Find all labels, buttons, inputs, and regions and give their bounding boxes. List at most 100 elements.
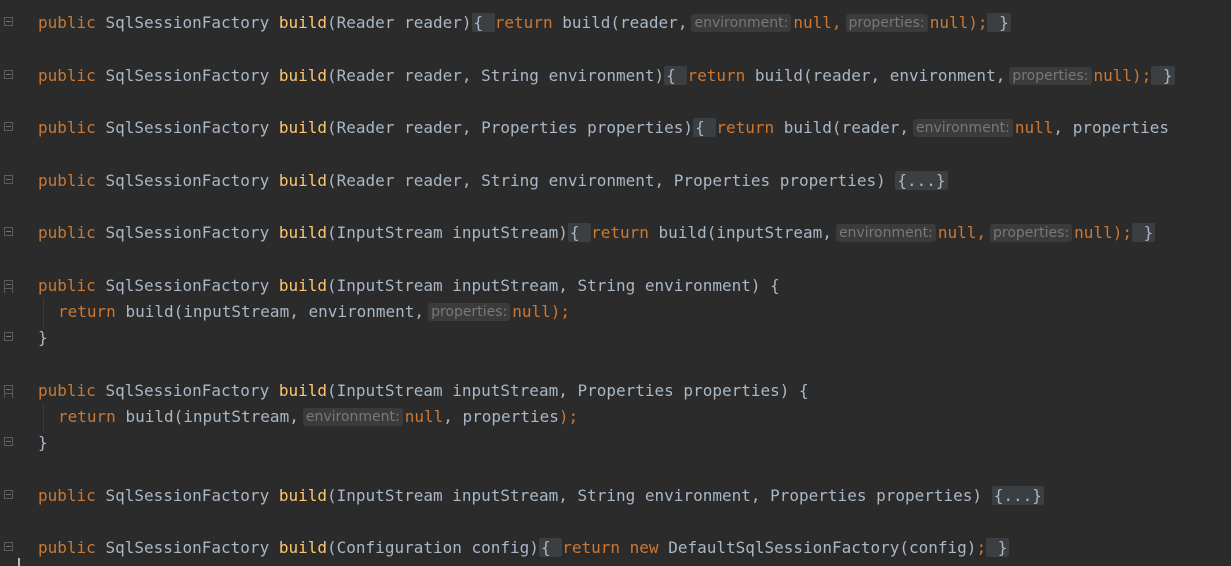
keyword-public: public [38, 13, 96, 32]
call-arg: , properties [1053, 118, 1170, 137]
code-line[interactable]: public SqlSessionFactory build(Configura… [38, 537, 1010, 559]
return-type: SqlSessionFactory [105, 223, 270, 242]
indent-guide [43, 403, 44, 433]
param-hint-properties: properties: [1009, 67, 1092, 85]
folded-body-close[interactable]: } [987, 13, 1011, 32]
keyword-null: null [512, 302, 551, 321]
code-line[interactable]: public SqlSessionFactory build(InputStre… [38, 275, 780, 297]
keyword-null: null [937, 223, 977, 242]
fold-icon[interactable] [4, 490, 13, 499]
code-line[interactable]: return build(inputStream, environment: nul… [58, 406, 578, 428]
folded-body-open[interactable]: { [693, 118, 717, 137]
code-line[interactable]: public SqlSessionFactory build(Reader re… [38, 12, 1011, 34]
call-expression: build(inputStream, environment, [125, 302, 425, 321]
editor-gutter [0, 0, 22, 566]
code-line[interactable]: public SqlSessionFactory build(InputStre… [38, 380, 809, 402]
fold-icon[interactable] [4, 280, 13, 293]
param-hint-properties: properties: [990, 224, 1073, 242]
keyword-null: null [793, 13, 832, 32]
code-line[interactable]: } [38, 432, 48, 454]
call-expression: build(inputStream, [125, 407, 299, 426]
method-name: build [278, 381, 328, 400]
param-hint-environment: environment: [913, 119, 1013, 137]
folded-body-close[interactable]: } [986, 538, 1010, 557]
return-type: SqlSessionFactory [105, 486, 270, 505]
call-expression: build(reader, [562, 13, 688, 32]
keyword-public: public [38, 276, 96, 295]
return-type: SqlSessionFactory [105, 538, 270, 557]
fold-icon[interactable] [4, 17, 13, 26]
folded-body-open[interactable]: { [664, 66, 688, 85]
param-hint-properties: properties: [845, 14, 928, 32]
method-params: (InputStream inputStream, Properties pro… [327, 381, 809, 400]
folded-body-open[interactable]: { [538, 538, 563, 557]
fold-icon[interactable] [4, 122, 13, 131]
fold-icon[interactable] [4, 70, 13, 79]
keyword-return: return [562, 538, 620, 557]
keyword-return: return [494, 13, 553, 32]
fold-icon[interactable] [4, 437, 13, 446]
statement-end: ; [976, 538, 987, 557]
folded-body-close[interactable]: } [1151, 66, 1175, 85]
code-line[interactable]: public SqlSessionFactory build(InputStre… [38, 485, 1044, 507]
return-type: SqlSessionFactory [105, 276, 270, 295]
return-type: SqlSessionFactory [105, 118, 270, 137]
fold-icon[interactable] [4, 542, 13, 551]
method-name: build [278, 276, 328, 295]
code-line[interactable]: public SqlSessionFactory build(Reader re… [38, 117, 1169, 139]
call-expression: build(reader, environment, [754, 66, 1006, 85]
return-type: SqlSessionFactory [105, 381, 270, 400]
keyword-return: return [687, 66, 746, 85]
keyword-return: return [716, 118, 775, 137]
method-name: build [278, 223, 328, 242]
method-name: build [278, 66, 328, 85]
folded-body-open[interactable]: { [471, 13, 495, 32]
folded-body-close[interactable]: } [1131, 223, 1156, 242]
method-name: build [278, 13, 328, 32]
method-name: build [278, 118, 328, 137]
keyword-public: public [38, 538, 96, 557]
call-expression: build(reader, [783, 118, 909, 137]
code-line[interactable]: public SqlSessionFactory build(InputStre… [38, 222, 1156, 244]
code-line[interactable]: return build(inputStream, environment, pr… [58, 301, 570, 323]
fold-icon[interactable] [4, 332, 13, 341]
keyword-null: null [929, 13, 969, 32]
keyword-null: null [1093, 66, 1133, 85]
method-name: build [278, 538, 328, 557]
keyword-return: return [591, 223, 649, 242]
keyword-null: null [1014, 118, 1054, 137]
keyword-public: public [38, 486, 96, 505]
folded-method-body[interactable]: {...} [895, 171, 948, 190]
keyword-null: null [1074, 223, 1113, 242]
method-params: (InputStream inputStream, String environ… [327, 486, 983, 505]
keyword-public: public [38, 66, 96, 85]
fold-icon[interactable] [4, 227, 13, 236]
code-line[interactable]: public SqlSessionFactory build(Reader re… [38, 170, 948, 192]
folded-body-open[interactable]: { [567, 223, 592, 242]
method-params: (Reader reader, String environment) [327, 66, 665, 85]
return-type: SqlSessionFactory [105, 66, 270, 85]
statement-end: ); [968, 13, 988, 32]
keyword-return: return [58, 407, 116, 426]
statement-end: ); [1112, 223, 1132, 242]
code-line[interactable]: } [38, 327, 48, 349]
method-name: build [278, 171, 328, 190]
statement-end: ); [550, 302, 571, 321]
code-line[interactable]: public SqlSessionFactory build(Reader re… [38, 65, 1175, 87]
method-name: build [278, 486, 328, 505]
method-params: (Reader reader, String environment, Prop… [327, 171, 886, 190]
code-editor[interactable]: public SqlSessionFactory build(Reader re… [0, 0, 1231, 566]
fold-icon[interactable] [4, 385, 13, 398]
keyword-public: public [38, 118, 96, 137]
keyword-public: public [38, 223, 96, 242]
statement-end: ); [1132, 66, 1152, 85]
return-type: SqlSessionFactory [105, 171, 270, 190]
keyword-public: public [38, 171, 96, 190]
statement-end: ); [558, 407, 579, 426]
method-params: (InputStream inputStream, String environ… [327, 276, 780, 295]
keyword-public: public [38, 381, 96, 400]
call-expression: build(inputStream, [658, 223, 832, 242]
call-arg: , properties [443, 407, 559, 426]
fold-icon[interactable] [4, 175, 13, 184]
folded-method-body[interactable]: {...} [991, 486, 1044, 505]
